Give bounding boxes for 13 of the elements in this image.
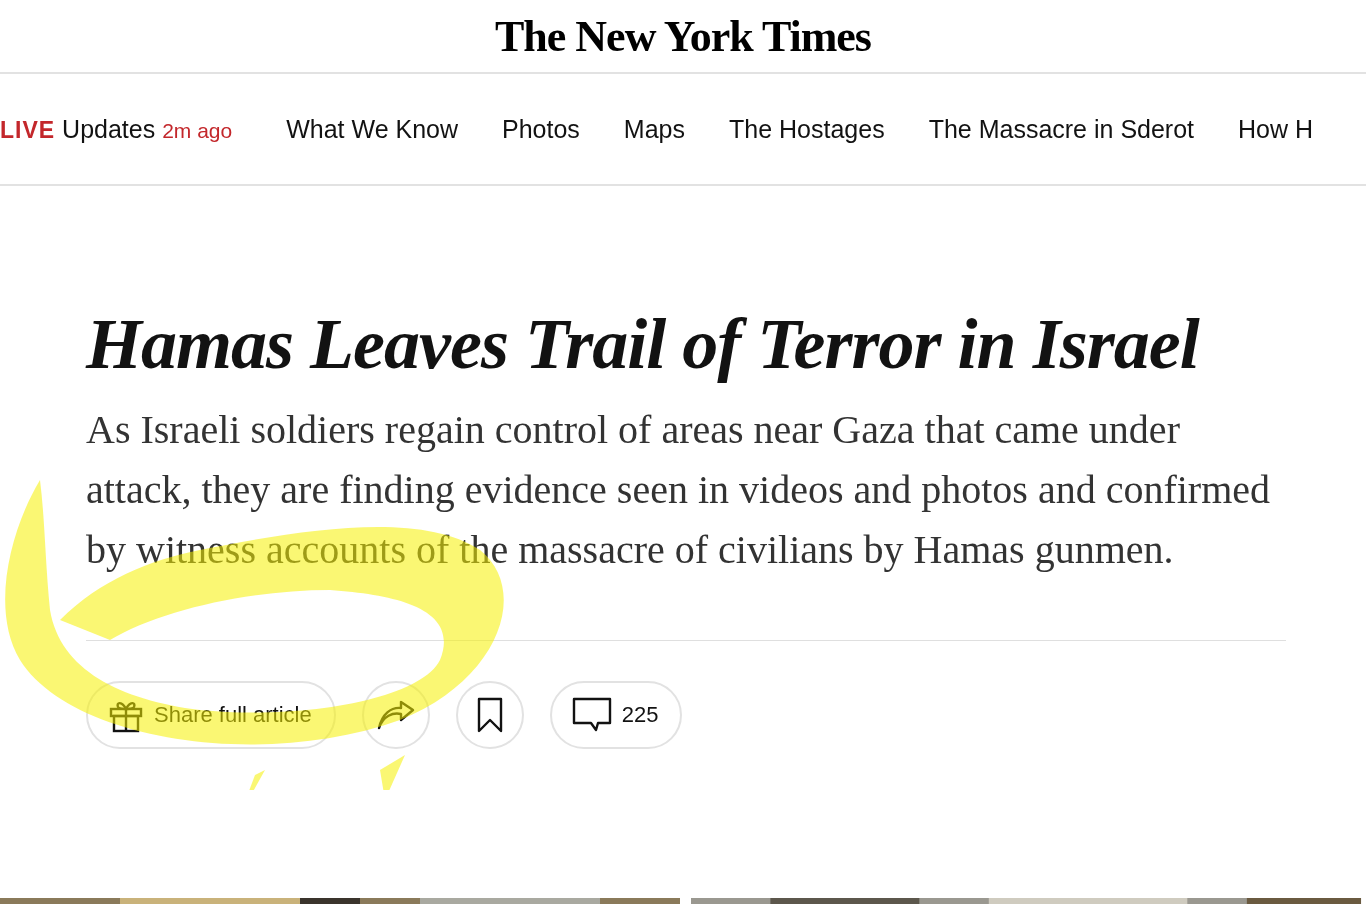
nav-link[interactable]: What We Know — [286, 114, 458, 144]
live-updates-link[interactable]: LIVE Updates 2m ago — [0, 114, 233, 144]
bookmark-icon — [476, 697, 503, 733]
headline: Hamas Leaves Trail of Terror in Israel — [86, 304, 1201, 384]
nav-link[interactable]: Photos — [502, 114, 580, 144]
nav-link[interactable]: Maps — [623, 114, 685, 144]
nav-link[interactable]: How H — [1238, 114, 1314, 144]
comments-button[interactable]: 225 — [549, 681, 683, 749]
nav-link[interactable]: The Massacre in Sderot — [928, 114, 1195, 144]
newspaper-logo[interactable]: The New York Times — [495, 10, 871, 62]
share-arrow-icon — [376, 700, 415, 730]
nav-link[interactable]: The Hostages — [729, 114, 885, 144]
speech-bubble-icon — [571, 697, 612, 733]
